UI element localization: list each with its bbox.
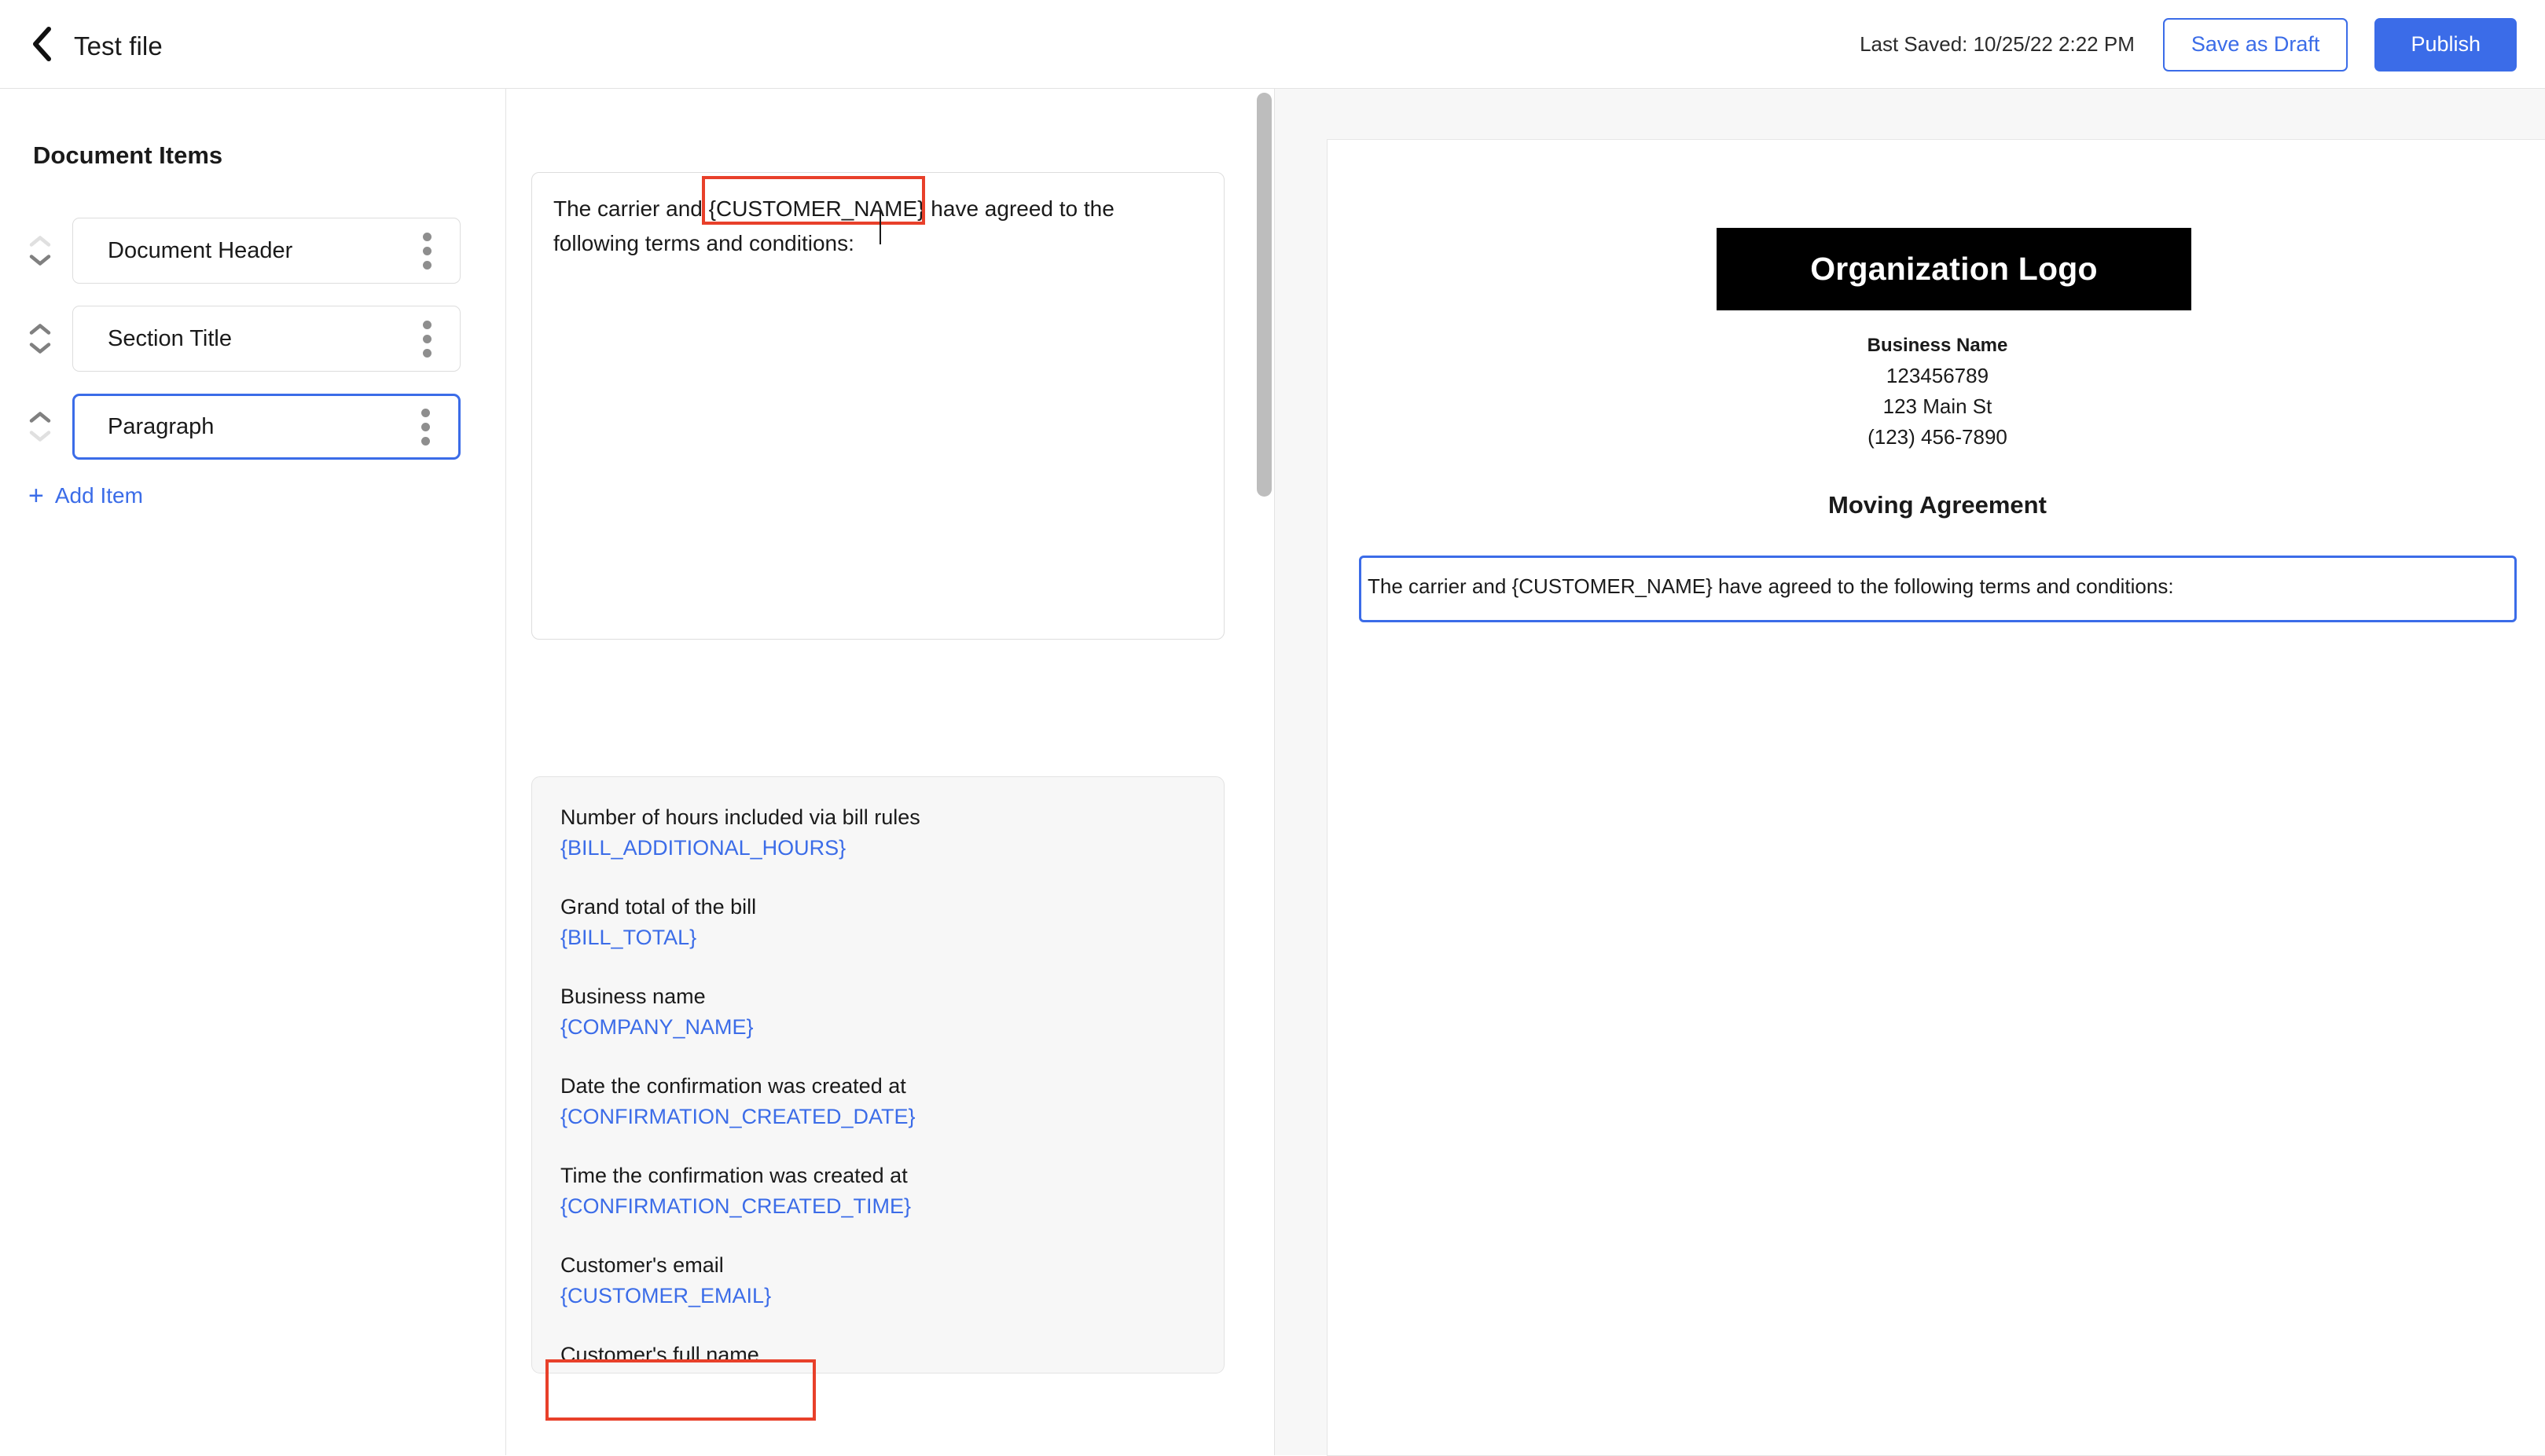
back-button[interactable]	[24, 22, 60, 66]
editor-scrollbar-track[interactable]	[1254, 90, 1273, 1455]
list-item[interactable]: Number of hours included via bill rules …	[560, 803, 1195, 864]
variable-description: Grand total of the bill	[560, 895, 757, 919]
sidebar-item-paragraph[interactable]: Paragraph	[72, 394, 461, 460]
document-page: Organization Logo Business Name 12345678…	[1327, 139, 2545, 1456]
variable-token[interactable]: {CUSTOMER_NAME}	[560, 1370, 1195, 1373]
business-name: Business Name	[1867, 335, 2008, 356]
page-title: Test file	[74, 31, 163, 61]
item-menu-icon[interactable]	[417, 406, 433, 447]
editor-panel: Paragraph Hide Variable List Number of h…	[507, 89, 1271, 1455]
business-address: 123 Main St	[1882, 394, 1992, 418]
list-item[interactable]: Customer's full name {CUSTOMER_NAME}	[560, 1340, 1195, 1373]
reorder-controls-0	[25, 235, 55, 267]
variable-token[interactable]: {BILL_TOTAL}	[560, 922, 1195, 953]
variable-description: Number of hours included via bill rules	[560, 805, 920, 829]
variable-token[interactable]: {CUSTOMER_EMAIL}	[560, 1280, 1195, 1311]
list-item: Document Header	[0, 207, 506, 295]
business-phone: (123) 456-7890	[1867, 425, 2007, 449]
organization-logo-text: Organization Logo	[1810, 251, 2098, 287]
list-item[interactable]: Time the confirmation was created at {CO…	[560, 1161, 1195, 1222]
document-items-sidebar: Document Items Document Header Section T…	[0, 89, 506, 1455]
save-as-draft-button[interactable]: Save as Draft	[2162, 17, 2349, 72]
move-down-icon[interactable]	[28, 430, 52, 443]
reorder-controls-1	[25, 323, 55, 355]
list-item[interactable]: Grand total of the bill {BILL_TOTAL}	[560, 893, 1195, 953]
business-id: 123456789	[1886, 364, 1989, 387]
variable-description: Business name	[560, 985, 706, 1008]
text-cursor	[880, 211, 881, 244]
variable-description: Date the confirmation was created at	[560, 1074, 906, 1098]
move-up-icon[interactable]	[28, 411, 52, 424]
chevron-left-icon	[31, 27, 52, 61]
variable-token[interactable]: {CONFIRMATION_CREATED_DATE}	[560, 1101, 1195, 1132]
variable-description: Time the confirmation was created at	[560, 1164, 908, 1187]
variable-description: Customer's email	[560, 1253, 724, 1277]
document-preview-pane: Organization Logo Business Name 12345678…	[1274, 89, 2545, 1456]
agreement-title: Moving Agreement	[1828, 491, 2047, 519]
last-saved-status: Last Saved: 10/25/22 2:22 PM	[1860, 32, 2135, 56]
variable-token[interactable]: {COMPANY_NAME}	[560, 1011, 1195, 1043]
variable-token[interactable]: {CONFIRMATION_CREATED_TIME}	[560, 1190, 1195, 1222]
item-label: Paragraph	[108, 413, 215, 439]
item-label: Document Header	[108, 237, 293, 263]
variable-list[interactable]: Number of hours included via bill rules …	[531, 776, 1225, 1373]
variable-description: Customer's full name	[560, 1343, 759, 1366]
move-up-icon[interactable]	[28, 235, 52, 248]
paragraph-textarea[interactable]	[531, 172, 1225, 640]
add-item-label: Add Item	[54, 483, 143, 508]
variable-token[interactable]: {BILL_ADDITIONAL_HOURS}	[560, 832, 1195, 864]
preview-paragraph-block[interactable]: The carrier and {CUSTOMER_NAME} have agr…	[1359, 556, 2517, 622]
publish-button[interactable]: Publish	[2374, 17, 2517, 72]
reorder-controls-2	[25, 411, 55, 443]
document-items-list: Document Header Section Title Paragraph	[0, 207, 506, 471]
move-down-icon[interactable]	[28, 254, 52, 267]
sidebar-item-document-header[interactable]: Document Header	[72, 218, 461, 284]
add-item-button[interactable]: + Add Item	[28, 481, 143, 511]
organization-logo-block: Organization Logo	[1717, 228, 2191, 310]
list-item[interactable]: Date the confirmation was created at {CO…	[560, 1072, 1195, 1132]
list-item[interactable]: Business name {COMPANY_NAME}	[560, 982, 1195, 1043]
list-item: Paragraph	[0, 383, 506, 471]
list-item[interactable]: Customer's email {CUSTOMER_EMAIL}	[560, 1251, 1195, 1311]
move-up-icon[interactable]	[28, 323, 52, 336]
item-label: Section Title	[108, 325, 232, 351]
editor-scrollbar-thumb[interactable]	[1257, 93, 1272, 497]
business-info-block: Business Name 123456789 123 Main St (123…	[1328, 330, 2545, 453]
move-down-icon[interactable]	[28, 342, 52, 355]
sidebar-title: Document Items	[33, 141, 223, 169]
item-menu-icon[interactable]	[419, 318, 435, 359]
header-actions: Last Saved: 10/25/22 2:22 PM Save as Dra…	[1860, 0, 2517, 89]
app-header: Test file Last Saved: 10/25/22 2:22 PM S…	[0, 0, 2545, 89]
item-menu-icon[interactable]	[419, 230, 435, 271]
list-item: Section Title	[0, 295, 506, 383]
sidebar-item-section-title[interactable]: Section Title	[72, 306, 461, 372]
plus-icon: +	[28, 481, 44, 511]
